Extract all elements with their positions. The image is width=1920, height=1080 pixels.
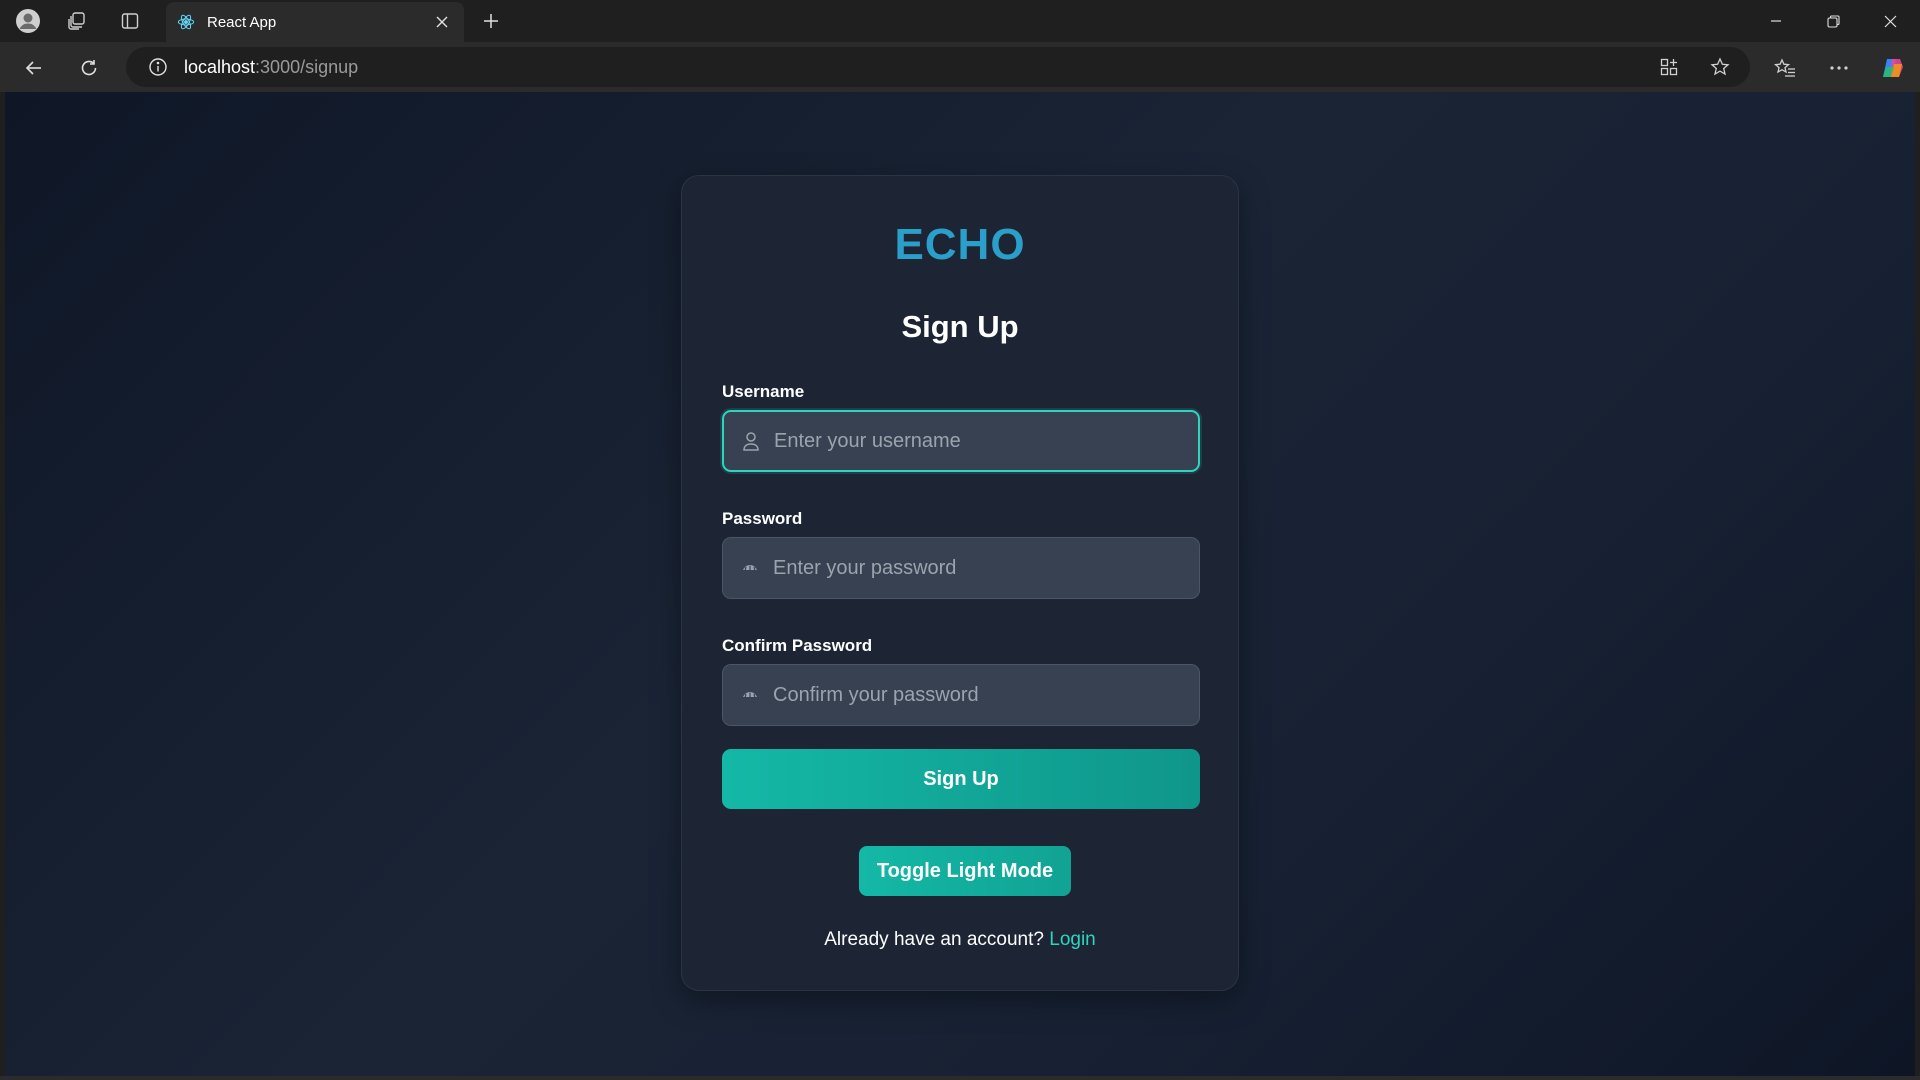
react-logo-icon bbox=[176, 12, 196, 32]
close-tab-icon[interactable] bbox=[430, 10, 454, 34]
login-prompt: Already have an account? Login bbox=[682, 929, 1238, 951]
restore-icon[interactable] bbox=[1811, 6, 1855, 36]
browser-toolbar: localhost:3000/signup bbox=[0, 42, 1920, 92]
sign-up-button[interactable]: Sign Up bbox=[722, 749, 1200, 809]
user-icon bbox=[740, 430, 762, 452]
confirm-password-field[interactable] bbox=[722, 664, 1200, 726]
confirm-password-label: Confirm Password bbox=[722, 636, 873, 655]
eye-closed-icon bbox=[739, 684, 761, 706]
workspaces-icon[interactable] bbox=[63, 8, 91, 34]
site-info-icon[interactable] bbox=[146, 55, 170, 79]
address-bar[interactable]: localhost:3000/signup bbox=[126, 47, 1750, 87]
favorite-star-icon[interactable] bbox=[1706, 53, 1734, 81]
tab-react-app[interactable]: React App bbox=[166, 2, 464, 42]
password-field[interactable] bbox=[722, 537, 1200, 599]
back-arrow-icon[interactable] bbox=[19, 53, 49, 83]
refresh-icon[interactable] bbox=[74, 53, 104, 83]
page-viewport: ECHO Sign Up Username Password Confirm P… bbox=[5, 92, 1915, 1076]
favorites-icon[interactable] bbox=[1770, 53, 1800, 83]
new-tab-icon[interactable] bbox=[478, 8, 504, 34]
page-title: Sign Up bbox=[901, 309, 1019, 344]
url-host: localhost bbox=[184, 56, 256, 77]
tab-title: React App bbox=[207, 13, 277, 31]
login-link[interactable]: Login bbox=[1049, 929, 1096, 950]
confirm-password-input[interactable] bbox=[773, 683, 1199, 707]
password-input[interactable] bbox=[773, 556, 1199, 580]
url-text[interactable]: localhost:3000/signup bbox=[184, 57, 358, 78]
profile-avatar-icon[interactable] bbox=[14, 8, 42, 34]
username-field[interactable] bbox=[722, 410, 1200, 472]
login-prompt-text: Already have an account? bbox=[824, 929, 1044, 950]
vertical-tabs-icon[interactable] bbox=[116, 8, 144, 34]
username-label: Username bbox=[722, 382, 805, 401]
toggle-light-mode-button[interactable]: Toggle Light Mode bbox=[859, 846, 1071, 896]
browser-titlebar: React App bbox=[0, 0, 1920, 42]
close-window-icon[interactable] bbox=[1868, 6, 1912, 36]
signup-card: ECHO Sign Up Username Password Confirm P… bbox=[681, 175, 1239, 991]
minimize-icon[interactable] bbox=[1754, 6, 1798, 36]
url-path: :3000/signup bbox=[255, 56, 359, 77]
window-bottom-edge bbox=[0, 1076, 1920, 1080]
password-label: Password bbox=[722, 509, 803, 528]
brand-logo-text: ECHO bbox=[894, 220, 1026, 269]
eye-closed-icon bbox=[739, 557, 761, 579]
app-available-icon[interactable] bbox=[1655, 53, 1683, 81]
copilot-icon[interactable] bbox=[1878, 53, 1908, 83]
more-options-icon[interactable] bbox=[1824, 53, 1854, 83]
username-input[interactable] bbox=[774, 429, 1198, 453]
